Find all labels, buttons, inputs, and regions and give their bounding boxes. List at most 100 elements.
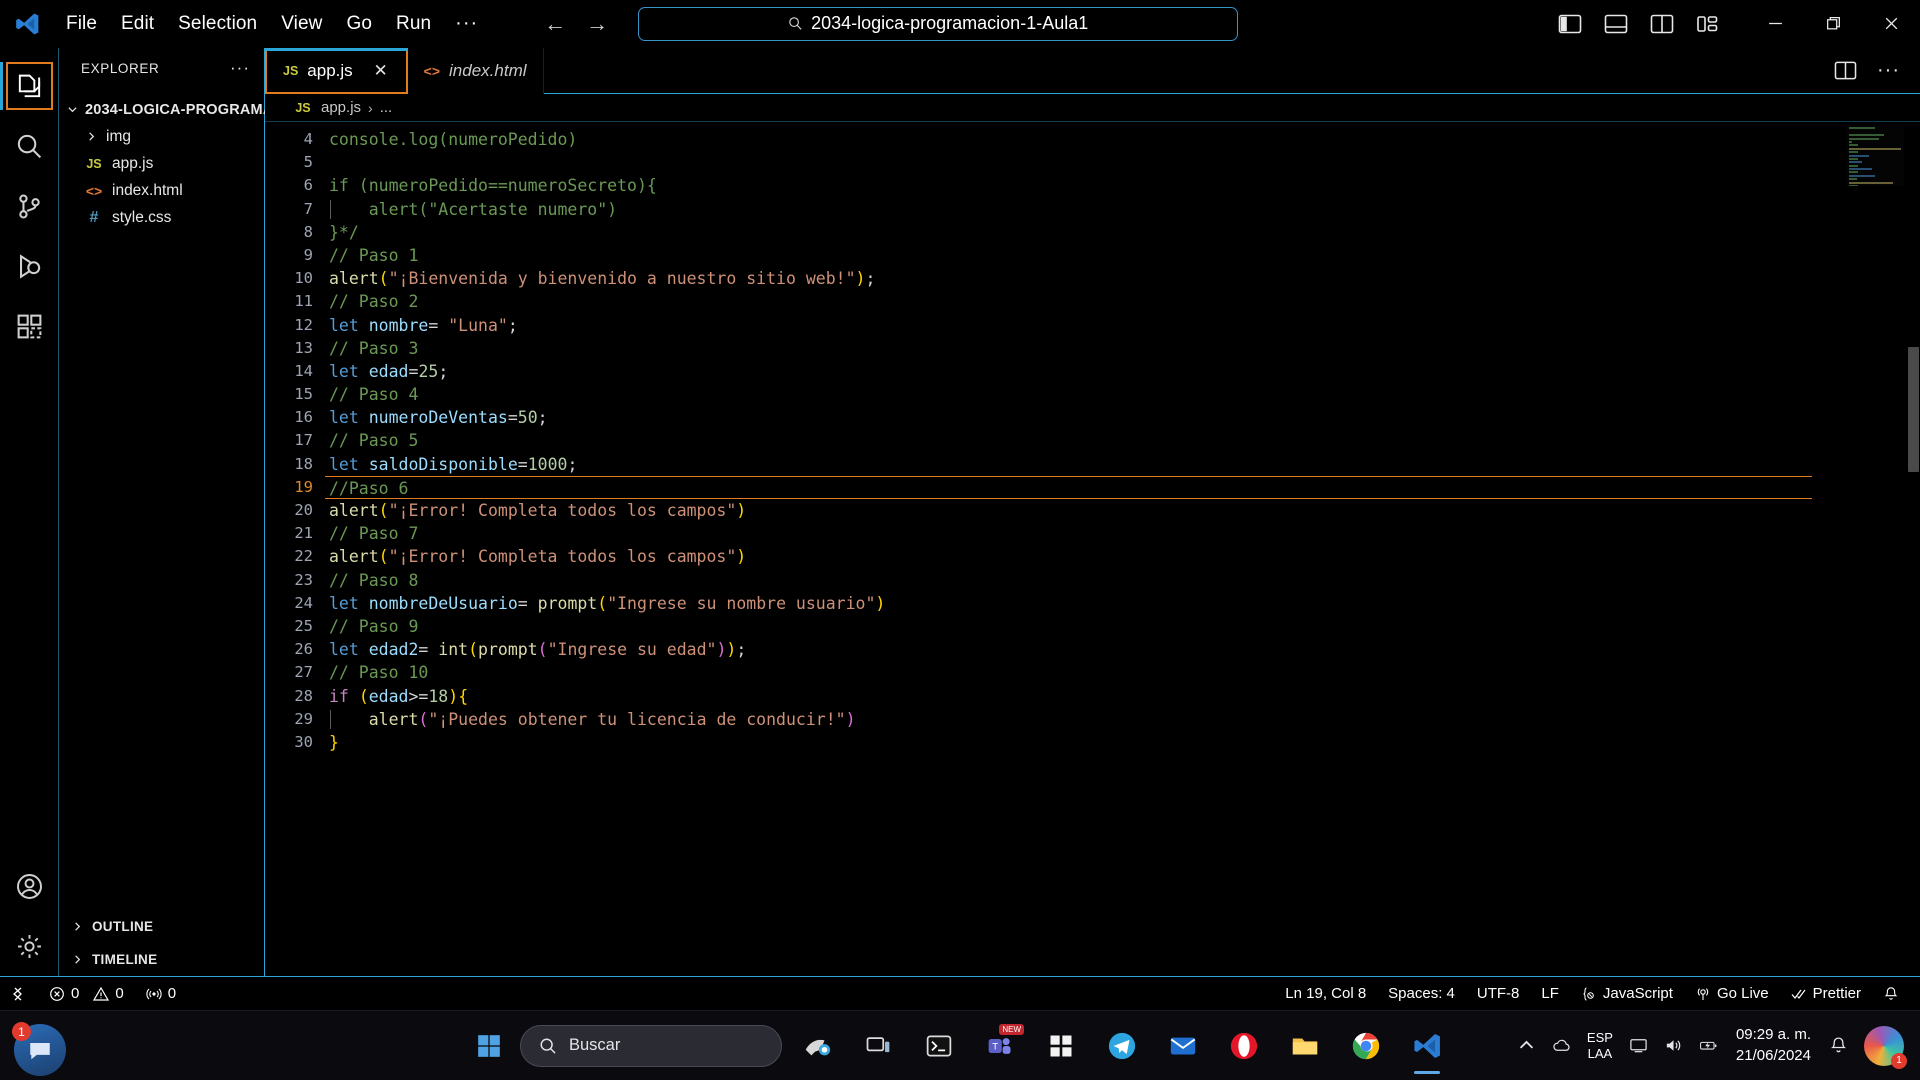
code-line[interactable]: let nombreDeUsuario= prompt("Ingrese su … (327, 592, 1920, 615)
code-line[interactable]: // Paso 10 (327, 661, 1920, 684)
taskbar-app-vscode[interactable] (1401, 1020, 1453, 1074)
breadcrumb-symbol[interactable]: ... (380, 99, 393, 116)
activity-bar-item-manage[interactable] (0, 916, 59, 976)
activity-bar-item-explorer[interactable] (0, 56, 59, 116)
tree-root-folder[interactable]: 2034-LOGICA-PROGRAMA... (59, 96, 286, 123)
code-line[interactable]: // Paso 2 (327, 290, 1920, 313)
code-line[interactable]: } (327, 731, 1920, 754)
taskbar-app-paint[interactable] (791, 1020, 843, 1072)
toggle-secondary-sidebar-icon[interactable] (1650, 13, 1674, 35)
section-outline[interactable]: OUTLINE (59, 910, 264, 943)
restore-button[interactable] (1804, 0, 1862, 48)
tree-item-index-html[interactable]: <> index.html (59, 177, 264, 204)
tab-index-html[interactable]: <> index.html (408, 48, 544, 94)
status-notifications[interactable] (1872, 977, 1910, 1011)
close-icon[interactable]: ✕ (372, 61, 390, 81)
more-actions-icon[interactable]: ··· (1877, 59, 1900, 82)
code-line[interactable]: // Paso 8 (327, 569, 1920, 592)
status-remote[interactable] (0, 977, 38, 1011)
toggle-panel-icon[interactable] (1604, 13, 1628, 35)
taskbar-app-chrome[interactable] (1340, 1020, 1392, 1072)
tray-battery-icon[interactable] (1691, 1017, 1726, 1075)
taskbar-app-telegram[interactable] (1096, 1020, 1148, 1072)
code-line[interactable]: alert("Acertaste numero") (327, 198, 1920, 221)
code-line[interactable]: if (edad>=18){ (327, 685, 1920, 708)
activity-bar-item-source-control[interactable] (0, 176, 59, 236)
minimap[interactable] (1846, 126, 1904, 186)
code-line[interactable] (327, 151, 1920, 174)
code-line[interactable]: alert("¡Puedes obtener tu licencia de co… (327, 708, 1920, 731)
menu-selection[interactable]: Selection (166, 9, 269, 38)
taskbar-app-terminal[interactable] (913, 1020, 965, 1072)
arrow-left-icon[interactable]: ← (542, 11, 568, 37)
toggle-primary-sidebar-icon[interactable] (1558, 13, 1582, 35)
tree-item-style-css[interactable]: # style.css (59, 204, 264, 231)
menu-run[interactable]: Run (384, 9, 443, 38)
menu-overflow-icon[interactable]: ··· (443, 12, 490, 35)
start-button[interactable] (467, 1024, 511, 1068)
code-line[interactable]: // Paso 1 (327, 244, 1920, 267)
status-ports[interactable]: 0 (135, 977, 187, 1011)
section-timeline[interactable]: TIMELINE (59, 943, 264, 976)
activity-bar-item-search[interactable] (0, 116, 59, 176)
activity-bar-item-extensions[interactable] (0, 296, 59, 356)
tab-app-js[interactable]: JS app.js ✕ (265, 48, 408, 94)
taskbar-app-mail[interactable] (1157, 1020, 1209, 1072)
code-line[interactable]: alert("¡Bienvenida y bienvenido a nuestr… (327, 267, 1920, 290)
status-encoding[interactable]: UTF-8 (1466, 977, 1531, 1011)
taskbar-app-file-explorer[interactable] (1279, 1020, 1331, 1072)
tray-display-icon[interactable] (1621, 1017, 1656, 1075)
taskbar-app-teams[interactable]: T NEW (974, 1020, 1026, 1072)
chat-widget-button[interactable]: 1 (12, 1022, 66, 1076)
taskbar-app-opera[interactable] (1218, 1020, 1270, 1072)
code-line[interactable]: alert("¡Error! Completa todos los campos… (327, 499, 1920, 522)
status-prettier[interactable]: Prettier (1780, 977, 1872, 1011)
code-line[interactable]: // Paso 9 (327, 615, 1920, 638)
code-line[interactable]: let edad2= int(prompt("Ingrese su edad")… (327, 638, 1920, 661)
activity-bar-item-run-and-debug[interactable] (0, 236, 59, 296)
status-cursor-position[interactable]: Ln 19, Col 8 (1274, 977, 1377, 1011)
menu-view[interactable]: View (269, 9, 334, 38)
tray-chevron-up-icon[interactable] (1509, 1017, 1544, 1075)
menu-edit[interactable]: Edit (109, 9, 166, 38)
code-line[interactable]: let numeroDeVentas=50; (327, 406, 1920, 429)
split-editor-icon[interactable] (1834, 60, 1857, 81)
code-line[interactable]: alert("¡Error! Completa todos los campos… (327, 545, 1920, 568)
code-editor[interactable]: 4 5 6 7 8 9 10 11 12 13 14 15 16 17 18 19 20 21 22 23 24 25 26… (265, 122, 1920, 976)
taskbar-search-box[interactable]: Buscar (520, 1024, 782, 1067)
tree-item-app-js[interactable]: JS app.js (59, 150, 264, 177)
tree-item-img[interactable]: img (59, 123, 264, 150)
status-indentation[interactable]: Spaces: 4 (1377, 977, 1466, 1011)
sidebar-more-actions-icon[interactable]: ··· (230, 58, 250, 78)
code-line[interactable]: // Paso 5 (327, 429, 1920, 452)
command-center[interactable]: 2034-logica-programacion-1-Aula1 (638, 6, 1239, 41)
code-line[interactable]: let edad=25; (327, 360, 1920, 383)
activity-bar-item-accounts[interactable] (0, 856, 59, 916)
customize-layout-icon[interactable] (1696, 13, 1720, 35)
code-line[interactable]: console.log(numeroPedido) (327, 128, 1920, 151)
scrollbar-thumb[interactable] (1908, 347, 1919, 472)
code-lines[interactable]: console.log(numeroPedido) if (numeroPedi… (325, 122, 1920, 976)
menu-go[interactable]: Go (334, 9, 384, 38)
status-errors[interactable]: 0 0 (38, 977, 135, 1011)
menu-file[interactable]: File (54, 9, 109, 38)
minimize-button[interactable] (1746, 0, 1804, 48)
status-language[interactable]: JavaScript (1570, 977, 1684, 1011)
tray-volume-icon[interactable] (1656, 1017, 1691, 1075)
code-line[interactable]: if (numeroPedido==numeroSecreto){ (327, 174, 1920, 197)
code-line[interactable]: }*/ (327, 221, 1920, 244)
status-go-live[interactable]: Go Live (1684, 977, 1780, 1011)
tray-clock[interactable]: 09:29 a. m. 21/06/2024 (1726, 1025, 1821, 1066)
arrow-right-icon[interactable]: → (584, 11, 610, 37)
status-eol[interactable]: LF (1530, 977, 1570, 1011)
code-line[interactable]: let saldoDisponible=1000; (327, 453, 1920, 476)
tray-language-indicator[interactable]: ESP LAA (1579, 1017, 1621, 1075)
vertical-scrollbar[interactable] (1906, 122, 1920, 976)
code-line[interactable]: // Paso 7 (327, 522, 1920, 545)
taskbar-app-store[interactable] (1035, 1020, 1087, 1072)
close-button[interactable] (1862, 0, 1920, 48)
breadcrumb-file[interactable]: app.js (321, 99, 361, 116)
code-line-active[interactable]: //Paso 6 (325, 475, 1812, 499)
code-line[interactable]: // Paso 4 (327, 383, 1920, 406)
tray-notification-icon[interactable] (1821, 1017, 1856, 1075)
